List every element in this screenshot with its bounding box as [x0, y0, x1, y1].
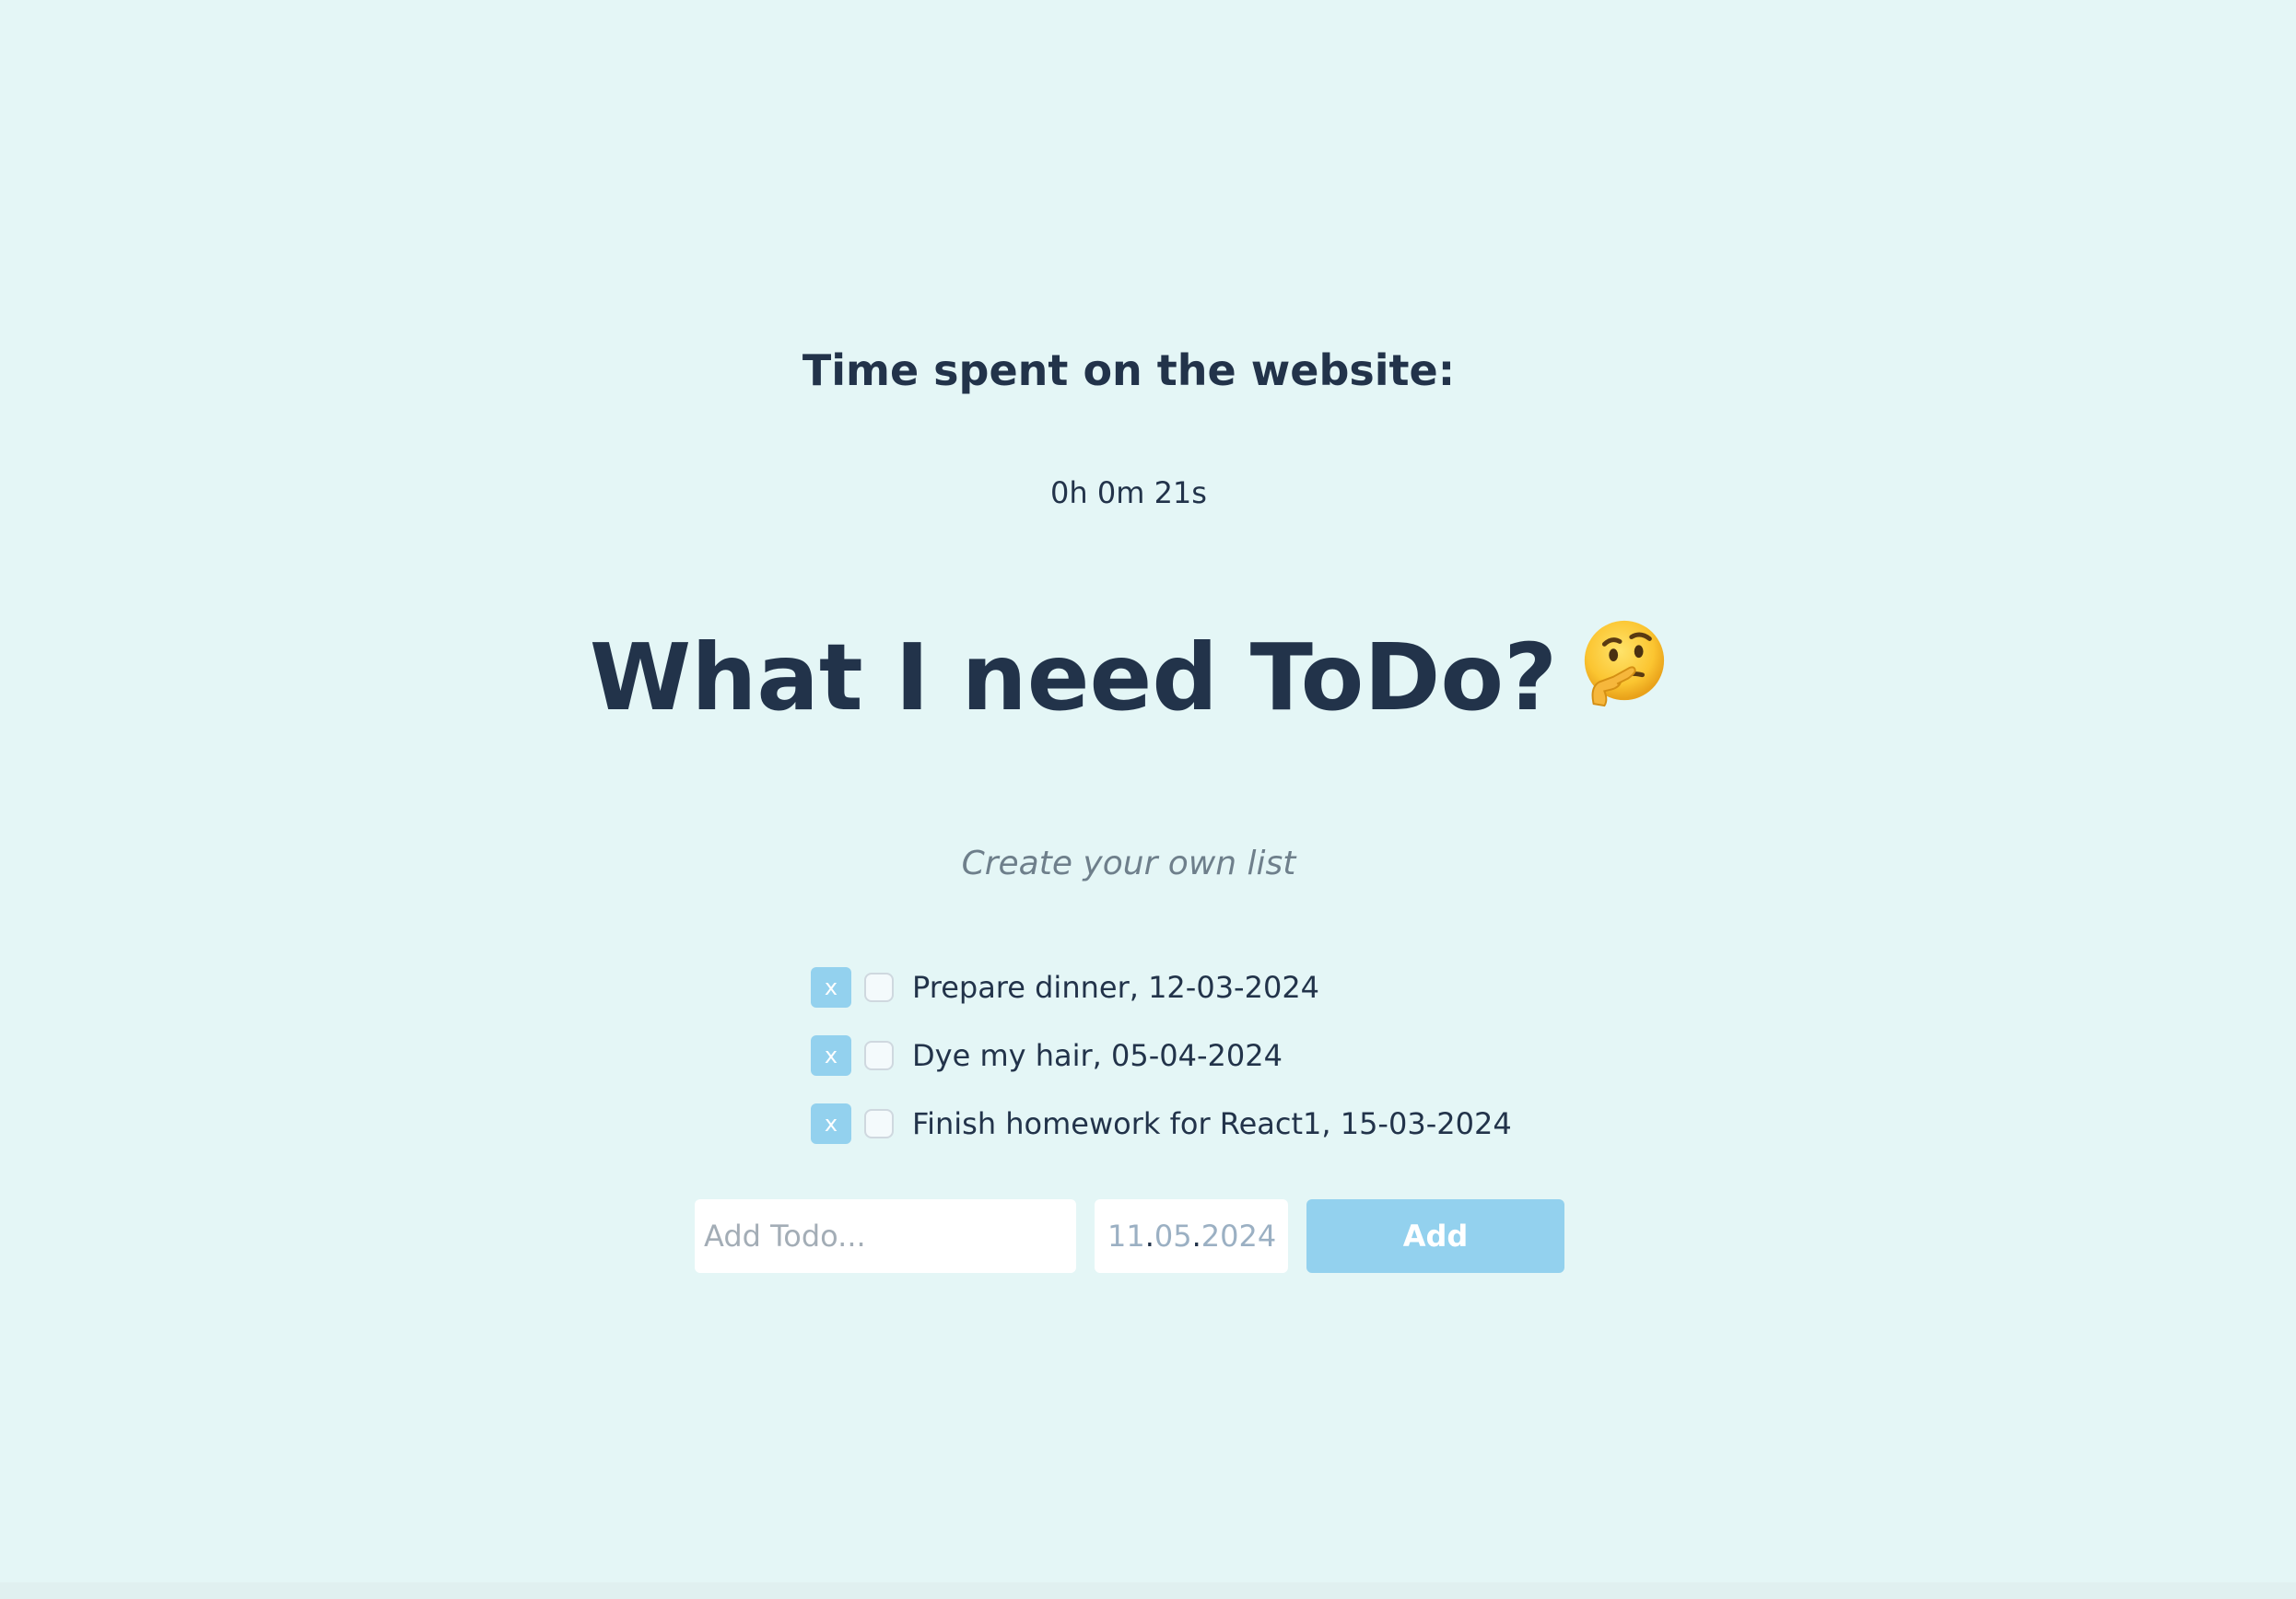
list-item: x Dye my hair, 05-04-2024 — [811, 1035, 1512, 1076]
page-title: What I need ToDo? — [0, 620, 2257, 733]
date-month: 05 — [1154, 1219, 1192, 1254]
todo-checkbox[interactable] — [864, 1109, 894, 1138]
list-item: x Prepare dinner, 12-03-2024 — [811, 967, 1512, 1008]
thinking-face-icon — [1577, 617, 1668, 731]
todo-checkbox[interactable] — [864, 973, 894, 1002]
list-item: x Finish homework for React1, 15-03-2024 — [811, 1103, 1512, 1144]
todo-checkbox[interactable] — [864, 1041, 894, 1070]
subtitle: Create your own list — [961, 845, 1296, 882]
date-separator: . — [1144, 1219, 1154, 1254]
page-title-text: What I need ToDo? — [589, 624, 1558, 731]
add-button[interactable]: Add — [1306, 1199, 1564, 1273]
date-day: 11 — [1107, 1219, 1145, 1254]
todo-text: Dye my hair, 05-04-2024 — [912, 1038, 1283, 1073]
date-separator: . — [1191, 1219, 1201, 1254]
remove-todo-button[interactable]: x — [811, 1035, 851, 1076]
todo-list: x Prepare dinner, 12-03-2024 x Dye my ha… — [811, 967, 1512, 1172]
date-input[interactable]: 11.05.2024 — [1095, 1199, 1288, 1273]
bottom-edge — [0, 1582, 2296, 1599]
remove-todo-button[interactable]: x — [811, 967, 851, 1008]
page: { "timer": { "title": "Time spent on the… — [0, 0, 2296, 1599]
todo-text: Finish homework for React1, 15-03-2024 — [912, 1106, 1512, 1141]
remove-todo-button[interactable]: x — [811, 1103, 851, 1144]
todo-input[interactable]: Add Todo... — [695, 1199, 1076, 1273]
date-year: 2024 — [1201, 1219, 1277, 1254]
todo-text: Prepare dinner, 12-03-2024 — [912, 970, 1320, 1005]
timer-title: Time spent on the website: — [802, 345, 1456, 395]
timer-value: 0h 0m 21s — [1050, 475, 1207, 510]
